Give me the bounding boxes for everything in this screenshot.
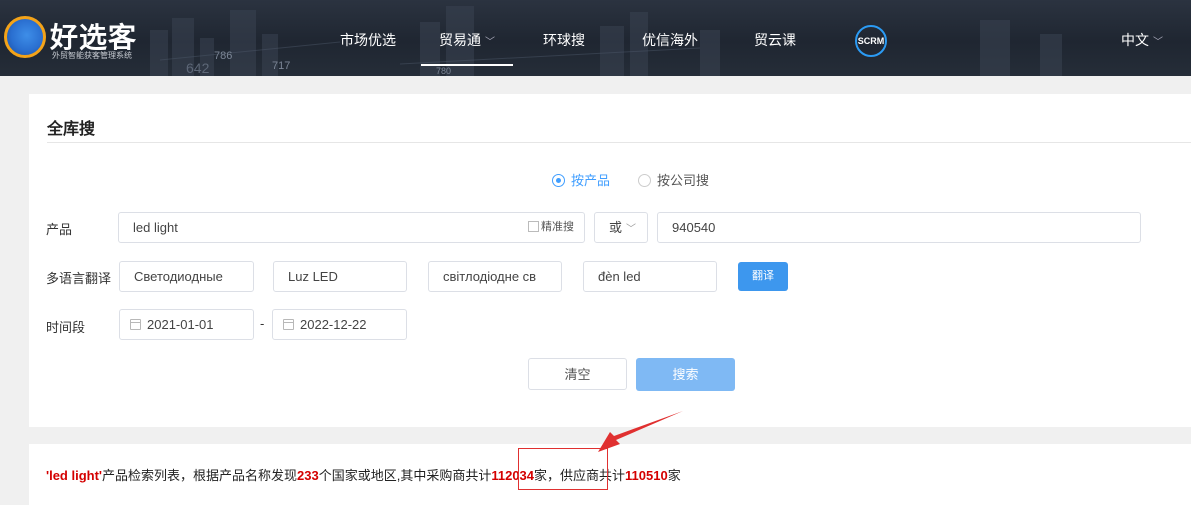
product-input[interactable]: led light 精准搜 xyxy=(118,212,585,243)
exact-search-checkbox[interactable]: 精准搜 xyxy=(528,213,574,242)
translate-button[interactable]: 翻译 xyxy=(738,262,788,291)
calendar-icon xyxy=(130,319,141,330)
nav-item-market[interactable]: 市场优选 xyxy=(340,30,396,50)
translation-input-es[interactable]: Luz LED xyxy=(273,261,407,292)
date-to-input[interactable]: 2022-12-22 xyxy=(272,309,407,340)
search-card: 全库搜 按产品 按公司搜 产品 led light 精准搜 或 ﹀ 940540 … xyxy=(29,94,1191,427)
user-avatar-icon xyxy=(4,16,46,58)
chevron-down-icon: ﹀ xyxy=(485,37,495,48)
bg-number: 717 xyxy=(272,60,291,72)
search-button[interactable]: 搜索 xyxy=(636,358,735,391)
nav-item-trade[interactable]: 贸易通 ﹀ xyxy=(439,30,495,50)
clear-button[interactable]: 清空 xyxy=(528,358,627,390)
country-count: 233 xyxy=(297,468,319,483)
checkbox-icon xyxy=(528,221,539,232)
period-label: 时间段 xyxy=(46,320,86,335)
nav-item-course[interactable]: 贸云课 xyxy=(754,30,796,50)
result-text: 个国家或地区,其中采购商共计 xyxy=(318,468,492,483)
date-separator: - xyxy=(260,316,265,331)
language-selector[interactable]: 中文 ﹀ xyxy=(1121,30,1163,50)
result-text: 产品检索列表，根据产品名称发现 xyxy=(102,468,298,483)
result-keyword: 'led light' xyxy=(46,468,103,483)
translation-input-uk[interactable]: світлодіодне св xyxy=(428,261,562,292)
translation-input-vi[interactable]: đèn led xyxy=(583,261,717,292)
supplier-count: 110510 xyxy=(625,468,668,483)
bg-number: 780 xyxy=(436,66,452,76)
hs-code-input[interactable]: 940540 xyxy=(657,212,1141,243)
app-logo[interactable]: 好选客 外贸智能获客管理系统 xyxy=(4,14,164,62)
page-title: 全库搜 xyxy=(47,121,96,138)
product-label: 产品 xyxy=(46,222,73,237)
date-from-input[interactable]: 2021-01-01 xyxy=(119,309,254,340)
translate-label: 多语言翻译 xyxy=(46,271,112,286)
city-skyline-background xyxy=(150,6,1062,76)
radio-by-company[interactable]: 按公司搜 xyxy=(638,170,709,189)
operator-select[interactable]: 或 ﹀ xyxy=(594,212,648,243)
radio-unchecked-icon xyxy=(638,174,651,187)
translation-input-ru[interactable]: Светодиодные xyxy=(119,261,254,292)
divider xyxy=(47,142,1191,143)
top-nav-bar: 786 642 717 780 好选客 外贸智能获客管理系统 市场优选 贸易通 ﹀… xyxy=(0,0,1191,76)
annotation-highlight-box xyxy=(518,448,608,490)
nav-item-global-search[interactable]: 环球搜 xyxy=(543,30,585,50)
nav-item-overseas[interactable]: 优信海外 xyxy=(642,30,698,50)
radio-checked-icon xyxy=(552,174,565,187)
active-nav-indicator xyxy=(421,64,513,66)
scrm-icon[interactable]: SCRM xyxy=(855,25,887,57)
result-text: 家 xyxy=(667,468,681,483)
logo-subtitle: 外贸智能获客管理系统 xyxy=(52,51,132,60)
bg-number: 642 xyxy=(186,60,210,76)
radio-by-product[interactable]: 按产品 xyxy=(552,170,610,189)
bg-number: 786 xyxy=(214,50,233,62)
calendar-icon xyxy=(283,319,294,330)
chevron-down-icon: ﹀ xyxy=(626,224,637,235)
chevron-down-icon: ﹀ xyxy=(1153,37,1163,48)
result-summary-panel: 'led light'产品检索列表，根据产品名称发现233个国家或地区,其中采购… xyxy=(29,444,1191,505)
